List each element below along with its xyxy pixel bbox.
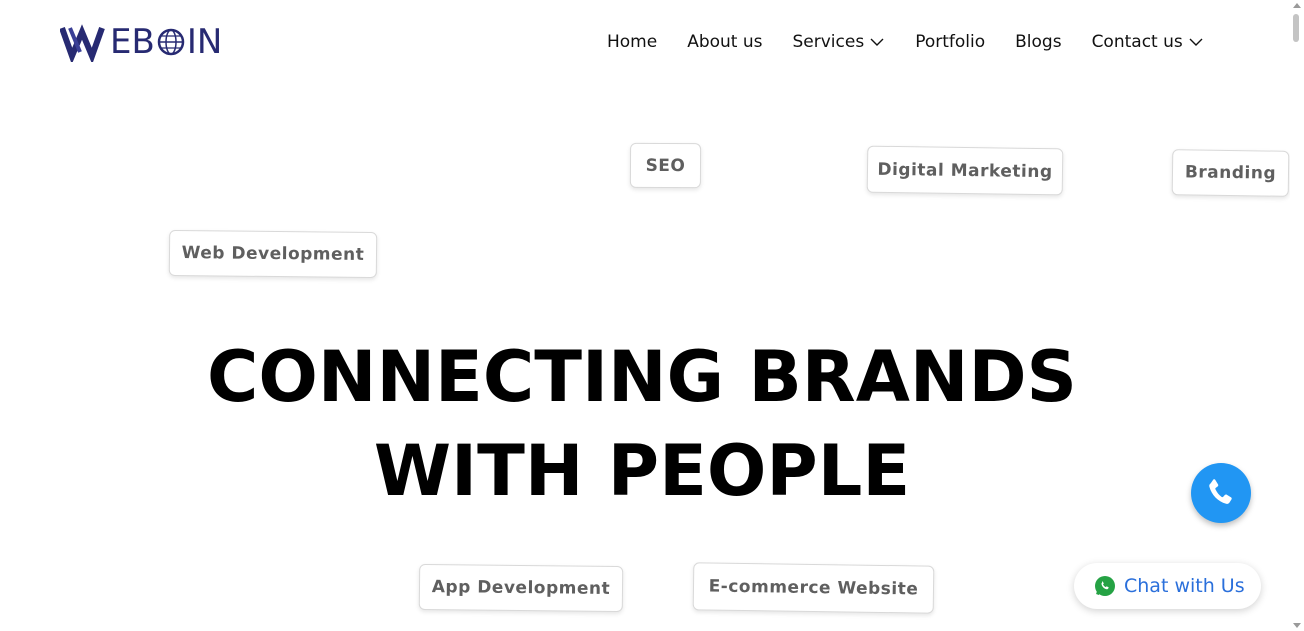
chevron-down-icon (1189, 38, 1203, 46)
logo-w-mark (60, 24, 105, 62)
logo-text-in: IN (186, 22, 223, 62)
nav-contact-us[interactable]: Contact us (1092, 32, 1204, 52)
nav-about-us[interactable]: About us (687, 32, 762, 52)
logo-text-eb: EB (110, 22, 155, 62)
page-scrollbar[interactable] (1290, 0, 1304, 631)
nav-services-label: Services (792, 32, 865, 52)
tag-seo: SEO (629, 142, 702, 189)
nav-services[interactable]: Services (793, 32, 886, 52)
nav-home[interactable]: Home (607, 32, 657, 52)
nav-blogs[interactable]: Blogs (1015, 32, 1061, 52)
page: EB IN Home About us Services Portfolio B… (0, 0, 1304, 631)
hero-line-1: CONNECTING BRANDS (207, 336, 1077, 418)
tag-branding: Branding (1171, 149, 1290, 197)
hero-heading: CONNECTING BRANDS WITH PEOPLE (0, 330, 1284, 518)
tag-app-development: App Development (418, 563, 624, 613)
main-nav: Home About us Services Portfolio Blogs C… (607, 30, 1204, 54)
chat-with-us-label: Chat with Us (1124, 575, 1245, 597)
nav-portfolio-label: Portfolio (915, 32, 986, 52)
scroll-down-arrow-icon[interactable] (1293, 623, 1301, 628)
nav-contact-us-label: Contact us (1091, 32, 1183, 52)
phone-icon (1209, 479, 1232, 504)
nav-blogs-label: Blogs (1015, 32, 1062, 52)
hero-line-2: WITH PEOPLE (373, 430, 911, 512)
tag-ecommerce-website: E-commerce Website (692, 562, 935, 614)
chat-with-us-button[interactable]: Chat with Us (1074, 563, 1261, 609)
brand-logo[interactable]: EB IN (60, 20, 222, 64)
scrollbar-thumb[interactable] (1293, 14, 1299, 42)
nav-about-us-label: About us (687, 32, 763, 52)
whatsapp-icon (1095, 576, 1115, 596)
nav-home-label: Home (607, 32, 658, 52)
chevron-down-icon (870, 38, 884, 46)
call-button[interactable] (1191, 463, 1251, 523)
globe-icon (157, 28, 185, 56)
tag-web-development: Web Development (168, 229, 378, 279)
scroll-up-arrow-icon[interactable] (1293, 3, 1301, 8)
tag-digital-marketing: Digital Marketing (866, 145, 1064, 196)
nav-portfolio[interactable]: Portfolio (915, 32, 985, 52)
